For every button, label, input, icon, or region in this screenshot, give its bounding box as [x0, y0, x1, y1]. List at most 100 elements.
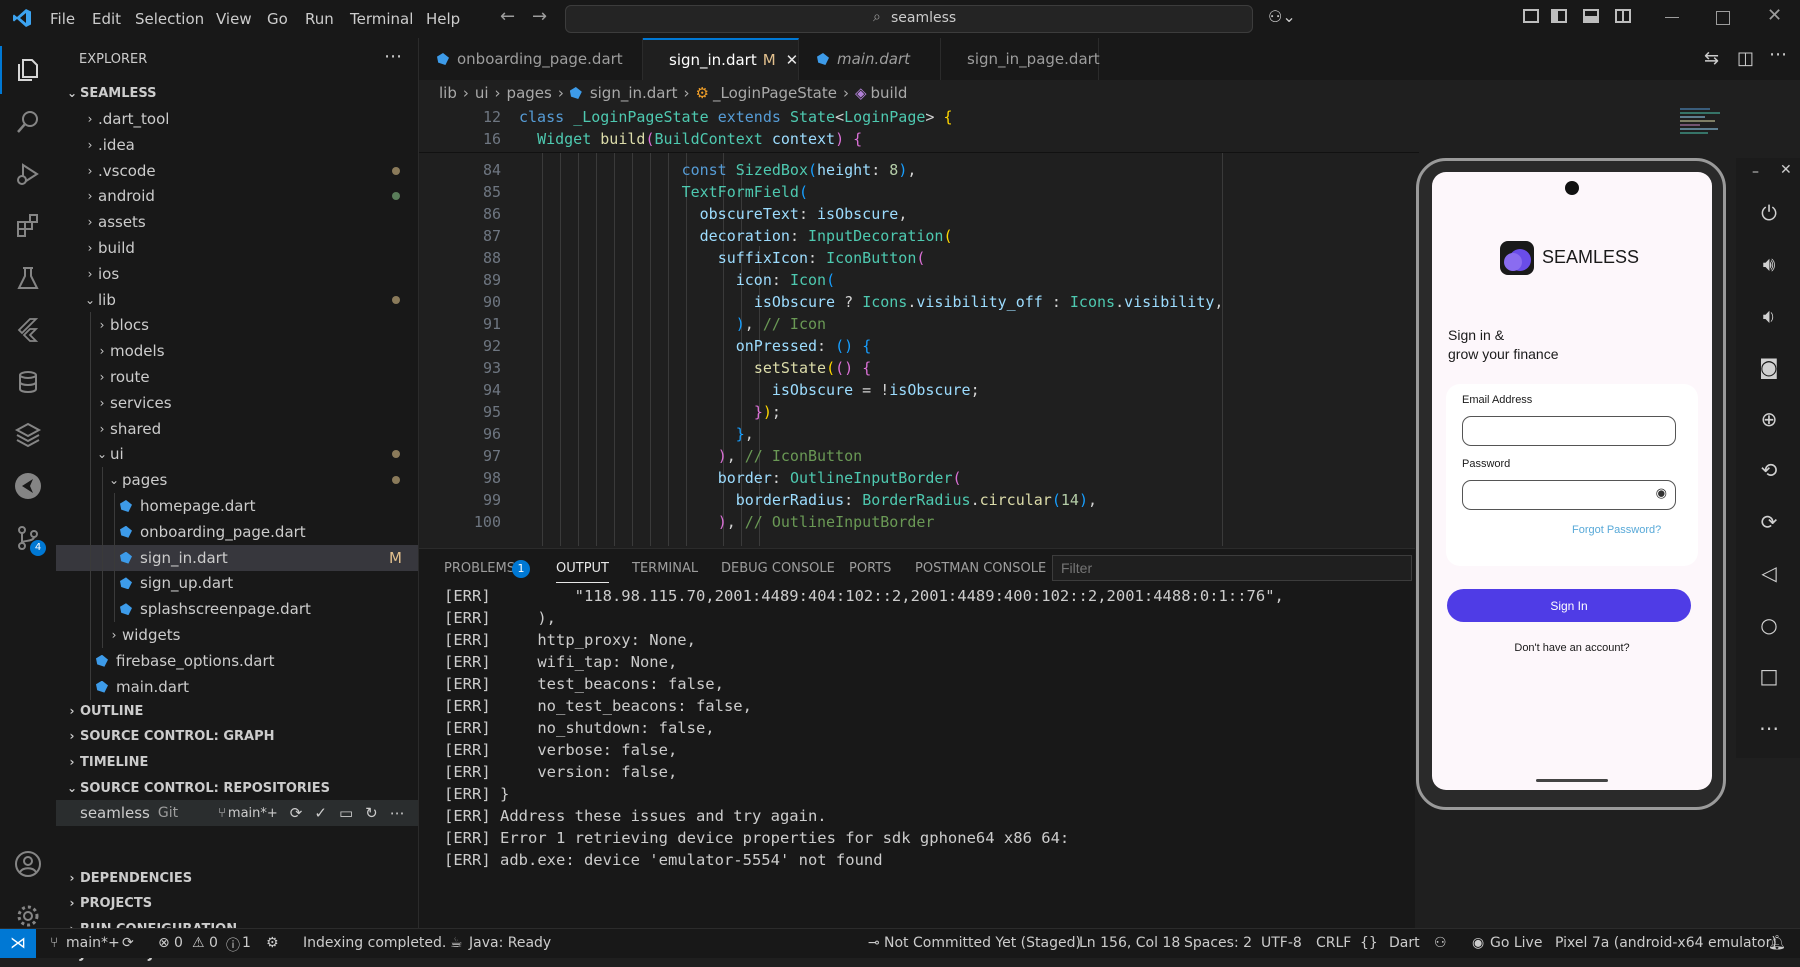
commit-check-icon[interactable]: ✓	[314, 804, 327, 822]
rotate-right-icon[interactable]: ⟳	[1752, 505, 1786, 539]
customize-layout-icon[interactable]	[1523, 9, 1539, 23]
menu-selection[interactable]: Selection	[135, 10, 204, 28]
folder-assets[interactable]: › assets	[56, 209, 418, 235]
power-icon[interactable]: ⏻	[1752, 196, 1786, 230]
file-splashscreenpage-dart[interactable]: splashscreenpage.dart	[56, 596, 418, 623]
visibility-off-icon[interactable]: ◉	[1656, 486, 1667, 501]
folder-blocs[interactable]: › blocs	[56, 312, 418, 339]
tab-sign-in[interactable]: sign_in.dart M ✕	[643, 38, 799, 80]
file-firebase-options-dart[interactable]: firebase_options.dart	[56, 647, 418, 674]
folder-dart-tool[interactable]: › .dart_tool	[56, 106, 418, 132]
command-center-search[interactable]: ⌕ seamless	[565, 5, 1253, 33]
menu-view[interactable]: View	[216, 10, 252, 28]
menu-edit[interactable]: Edit	[92, 10, 121, 28]
code-editor[interactable]: 12 class _LoginPageState extends State<L…	[419, 106, 1419, 546]
explorer-root[interactable]: ⌄ SEAMLESS	[56, 80, 418, 106]
maximize-icon[interactable]	[1716, 11, 1730, 25]
accounts-icon[interactable]	[8, 844, 48, 884]
home-gesture-bar[interactable]	[1536, 779, 1608, 782]
java-status[interactable]: Java: Ready	[469, 935, 551, 951]
file-homepage-dart[interactable]: homepage.dart	[56, 493, 418, 519]
file-sign-up-dart[interactable]: sign_up.dart	[56, 570, 418, 597]
search-view-icon[interactable]	[8, 102, 48, 142]
forgot-password-link[interactable]: Forgot Password?	[1572, 524, 1661, 536]
compare-changes-icon[interactable]: ⇆	[1704, 48, 1719, 69]
crumb-pages[interactable]: pages	[507, 84, 552, 102]
more-icon[interactable]: ⋯	[390, 804, 405, 822]
folder-ui[interactable]: ⌄ ui	[56, 441, 418, 468]
crumb-file[interactable]: sign_in.dart	[590, 84, 678, 102]
close-window-icon[interactable]: ✕	[1767, 5, 1782, 26]
crumb-lib[interactable]: lib	[439, 84, 457, 102]
minimap[interactable]	[1680, 106, 1730, 156]
copilot-status-icon[interactable]: ⚇	[1434, 935, 1447, 951]
layers-icon[interactable]	[8, 414, 48, 454]
home-circle-icon[interactable]: ○	[1752, 608, 1786, 642]
error-count[interactable]: 0	[174, 935, 183, 951]
status-branch[interactable]: main*+	[66, 935, 120, 951]
file-onboarding-page-dart[interactable]: onboarding_page.dart	[56, 518, 418, 545]
output-filter-input[interactable]	[1052, 555, 1412, 581]
folder-build[interactable]: › build	[56, 235, 418, 261]
close-tab-icon[interactable]: ✕	[786, 51, 799, 69]
database-icon[interactable]	[8, 362, 48, 402]
toggle-secondary-sidebar-icon[interactable]	[1615, 9, 1631, 23]
run-tasks-icon[interactable]: ⚙	[266, 935, 279, 951]
menu-file[interactable]: File	[50, 10, 75, 28]
section-source-control-repositories[interactable]: ⌄ SOURCE CONTROL: REPOSITORIES	[56, 775, 418, 801]
panel-tab-ports[interactable]: PORTS	[849, 561, 891, 576]
folder-lib[interactable]: ⌄ lib	[56, 287, 418, 313]
folder-models[interactable]: › models	[56, 338, 418, 365]
sync-icon[interactable]: ⟳	[122, 935, 134, 951]
file-main-dart[interactable]: main.dart	[56, 673, 418, 700]
volume-up-icon[interactable]: 🔊︎	[1752, 247, 1786, 281]
overview-square-icon[interactable]: □	[1752, 659, 1786, 693]
section-source-control-graph[interactable]: › SOURCE CONTROL: GRAPH	[56, 723, 418, 749]
emulator-close-icon[interactable]: ✕	[1780, 162, 1792, 178]
back-arrow-icon[interactable]: ←	[500, 6, 515, 27]
folder-idea[interactable]: › .idea	[56, 132, 418, 158]
forward-arrow-icon[interactable]: →	[532, 6, 547, 27]
split-editor-icon[interactable]: ◫	[1737, 48, 1754, 69]
extensions-icon[interactable]	[8, 206, 48, 246]
emulator-minimize-icon[interactable]: –	[1752, 164, 1759, 180]
encoding[interactable]: UTF-8	[1261, 935, 1302, 951]
section-dependencies[interactable]: › DEPENDENCIES	[56, 865, 418, 891]
panel-tab-debug-console[interactable]: DEBUG CONSOLE	[721, 561, 835, 576]
go-live[interactable]: Go Live	[1490, 935, 1542, 951]
password-field[interactable]: ◉	[1462, 480, 1676, 510]
tab-onboarding-page[interactable]: onboarding_page.dart	[419, 38, 643, 80]
refresh-icon[interactable]: ↻	[365, 804, 378, 822]
warning-count[interactable]: 0	[209, 935, 218, 951]
remote-icon[interactable]: ⋊	[0, 929, 36, 958]
run-debug-icon[interactable]	[8, 154, 48, 194]
zoom-icon[interactable]: ⊕	[1752, 402, 1786, 436]
folder-ios[interactable]: › ios	[56, 261, 418, 287]
folder-vscode[interactable]: › .vscode	[56, 158, 418, 184]
toggle-panel-icon[interactable]	[1583, 9, 1599, 23]
testing-flask-icon[interactable]	[8, 258, 48, 298]
folder-route[interactable]: › route	[56, 364, 418, 390]
crumb-method[interactable]: build	[871, 84, 908, 102]
flutter-icon[interactable]	[8, 310, 48, 350]
folder-shared[interactable]: › shared	[56, 415, 418, 442]
rotate-left-icon[interactable]: ⟲	[1752, 453, 1786, 487]
camera-icon[interactable]: ◙	[1752, 350, 1786, 384]
more-editor-actions-icon[interactable]: ⋯	[1769, 44, 1787, 65]
notifications-bell-icon[interactable]: 🔔︎	[1768, 935, 1786, 951]
tab-main[interactable]: main.dart	[799, 38, 941, 80]
no-account-text[interactable]: Don't have an account?	[1432, 642, 1712, 654]
toggle-sidebar-icon[interactable]	[1551, 9, 1567, 23]
emulator-more-icon[interactable]: ⋯	[1752, 711, 1786, 745]
explorer-icon[interactable]	[8, 50, 48, 90]
menu-go[interactable]: Go	[267, 10, 288, 28]
tab-sign-in-page[interactable]: sign_in_page.dart	[941, 38, 1100, 80]
section-outline[interactable]: › OUTLINE	[56, 698, 418, 724]
info-count[interactable]: 1	[242, 935, 251, 951]
menu-run[interactable]: Run	[305, 10, 334, 28]
menu-help[interactable]: Help	[426, 10, 460, 28]
panel-tab-terminal[interactable]: TERMINAL	[632, 561, 698, 576]
live-share-icon[interactable]	[8, 466, 48, 506]
repo-row[interactable]: seamless Git ⑂ main*+ ⟳ ✓ ▭ ↻ ⋯	[56, 800, 418, 826]
cursor-position[interactable]: Ln 156, Col 18	[1079, 935, 1180, 951]
